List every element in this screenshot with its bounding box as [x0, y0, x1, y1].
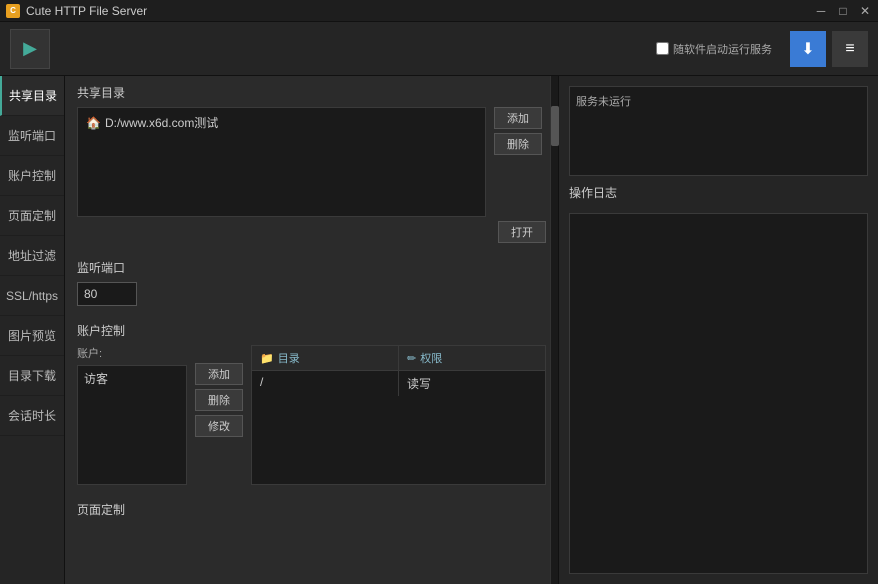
dir-path: D:/www.x6d.com测试: [105, 114, 218, 131]
sidebar-item-ssl[interactable]: SSL/https: [0, 276, 64, 316]
center-scrollbar[interactable]: [550, 76, 558, 584]
home-icon: 🏠: [86, 116, 101, 130]
scrollbar-thumb[interactable]: [551, 106, 559, 146]
autostart-label[interactable]: 随软件启动运行服务: [656, 41, 772, 57]
account-inner: 账户: 访客 添加 删除 修改 📁 目: [77, 345, 546, 485]
account-list[interactable]: 访客: [77, 365, 187, 485]
share-dir-title: 共享目录: [77, 84, 546, 101]
share-dir-list[interactable]: 🏠 D:/www.x6d.com测试: [77, 107, 486, 217]
center-wrapper: 共享目录 🏠 D:/www.x6d.com测试 添加 删除: [65, 76, 558, 584]
edit-icon: ✏: [407, 352, 416, 365]
add-dir-button[interactable]: 添加: [494, 107, 542, 129]
status-box: 服务未运行: [569, 86, 868, 176]
log-label: 操作日志: [569, 184, 868, 201]
share-dir-buttons: 添加 删除: [494, 107, 542, 155]
play-button[interactable]: ▶: [10, 29, 50, 69]
menu-icon: ≡: [845, 40, 854, 58]
port-section: 监听端口 80: [77, 259, 546, 306]
sidebar-item-filter[interactable]: 地址过滤: [0, 236, 64, 276]
sidebar-item-page[interactable]: 页面定制: [0, 196, 64, 236]
main-content: 共享目录 监听端口 账户控制 页面定制 地址过滤 SSL/https 图片预览 …: [0, 76, 878, 584]
sidebar-item-session[interactable]: 会话时长: [0, 396, 64, 436]
sidebar-item-share-dir[interactable]: 共享目录: [0, 76, 64, 116]
rights-dir-col: 📁 目录: [252, 346, 399, 370]
add-account-button[interactable]: 添加: [195, 363, 243, 385]
download-button[interactable]: ⬇: [790, 31, 826, 67]
account-buttons: 添加 删除 修改: [195, 345, 243, 437]
account-guest-item[interactable]: 访客: [80, 368, 184, 389]
folder-icon: 📁: [260, 352, 274, 365]
account-rights-panel: 📁 目录 ✏ 权限 / 读写: [251, 345, 546, 485]
account-section-title: 账户控制: [77, 322, 546, 339]
main-toolbar: ▶ 随软件启动运行服务 ⬇ ≡: [0, 22, 878, 76]
sidebar: 共享目录 监听端口 账户控制 页面定制 地址过滤 SSL/https 图片预览 …: [0, 76, 65, 584]
close-button[interactable]: ✕: [858, 4, 872, 18]
app-icon-letter: C: [10, 6, 16, 15]
page-customize-label: 页面定制: [77, 501, 546, 518]
delete-dir-button[interactable]: 删除: [494, 133, 542, 155]
share-dir-item[interactable]: 🏠 D:/www.x6d.com测试: [82, 112, 481, 133]
menu-button[interactable]: ≡: [832, 31, 868, 67]
rights-dir-label: 目录: [278, 350, 300, 366]
window-controls: ─ □ ✕: [814, 4, 872, 18]
app-icon: C: [6, 4, 20, 18]
rights-perm-label: 权限: [420, 350, 442, 366]
sidebar-item-port[interactable]: 监听端口: [0, 116, 64, 156]
account-left: 账户: 访客: [77, 345, 187, 485]
rights-data-row[interactable]: / 读写: [252, 371, 545, 396]
rights-perm-col: ✏ 权限: [399, 346, 545, 370]
account-label: 账户:: [77, 345, 187, 361]
download-icon: ⬇: [801, 39, 814, 59]
sidebar-item-imgpreview[interactable]: 图片预览: [0, 316, 64, 356]
share-dir-row: 🏠 D:/www.x6d.com测试 添加 删除: [77, 107, 546, 217]
title-bar-text: Cute HTTP File Server: [26, 4, 814, 18]
share-dir-section: 共享目录 🏠 D:/www.x6d.com测试 添加 删除: [77, 84, 546, 243]
status-text: 服务未运行: [576, 96, 631, 108]
share-dir-wrapper: 🏠 D:/www.x6d.com测试 添加 删除: [77, 107, 486, 217]
sidebar-item-dirdownload[interactable]: 目录下载: [0, 356, 64, 396]
autostart-checkbox[interactable]: [656, 42, 669, 55]
open-btn-row: 打开: [77, 221, 546, 243]
play-icon: ▶: [23, 38, 37, 59]
port-section-title: 监听端口: [77, 259, 546, 276]
minimize-button[interactable]: ─: [814, 4, 828, 18]
autostart-text: 随软件启动运行服务: [673, 41, 772, 57]
open-dir-button[interactable]: 打开: [498, 221, 546, 243]
port-input[interactable]: 80: [77, 282, 137, 306]
rights-dir-cell: /: [252, 371, 399, 396]
center-panel: 共享目录 🏠 D:/www.x6d.com测试 添加 删除: [65, 76, 558, 584]
maximize-button[interactable]: □: [836, 4, 850, 18]
account-section: 账户控制 账户: 访客 添加 删除 修改: [77, 322, 546, 485]
title-bar: C Cute HTTP File Server ─ □ ✕: [0, 0, 878, 22]
delete-account-button[interactable]: 删除: [195, 389, 243, 411]
modify-account-button[interactable]: 修改: [195, 415, 243, 437]
rights-header: 📁 目录 ✏ 权限: [252, 346, 545, 371]
right-panel: 服务未运行 操作日志: [558, 76, 878, 584]
sidebar-item-account[interactable]: 账户控制: [0, 156, 64, 196]
rights-perm-cell: 读写: [399, 371, 545, 396]
log-box: [569, 213, 868, 574]
